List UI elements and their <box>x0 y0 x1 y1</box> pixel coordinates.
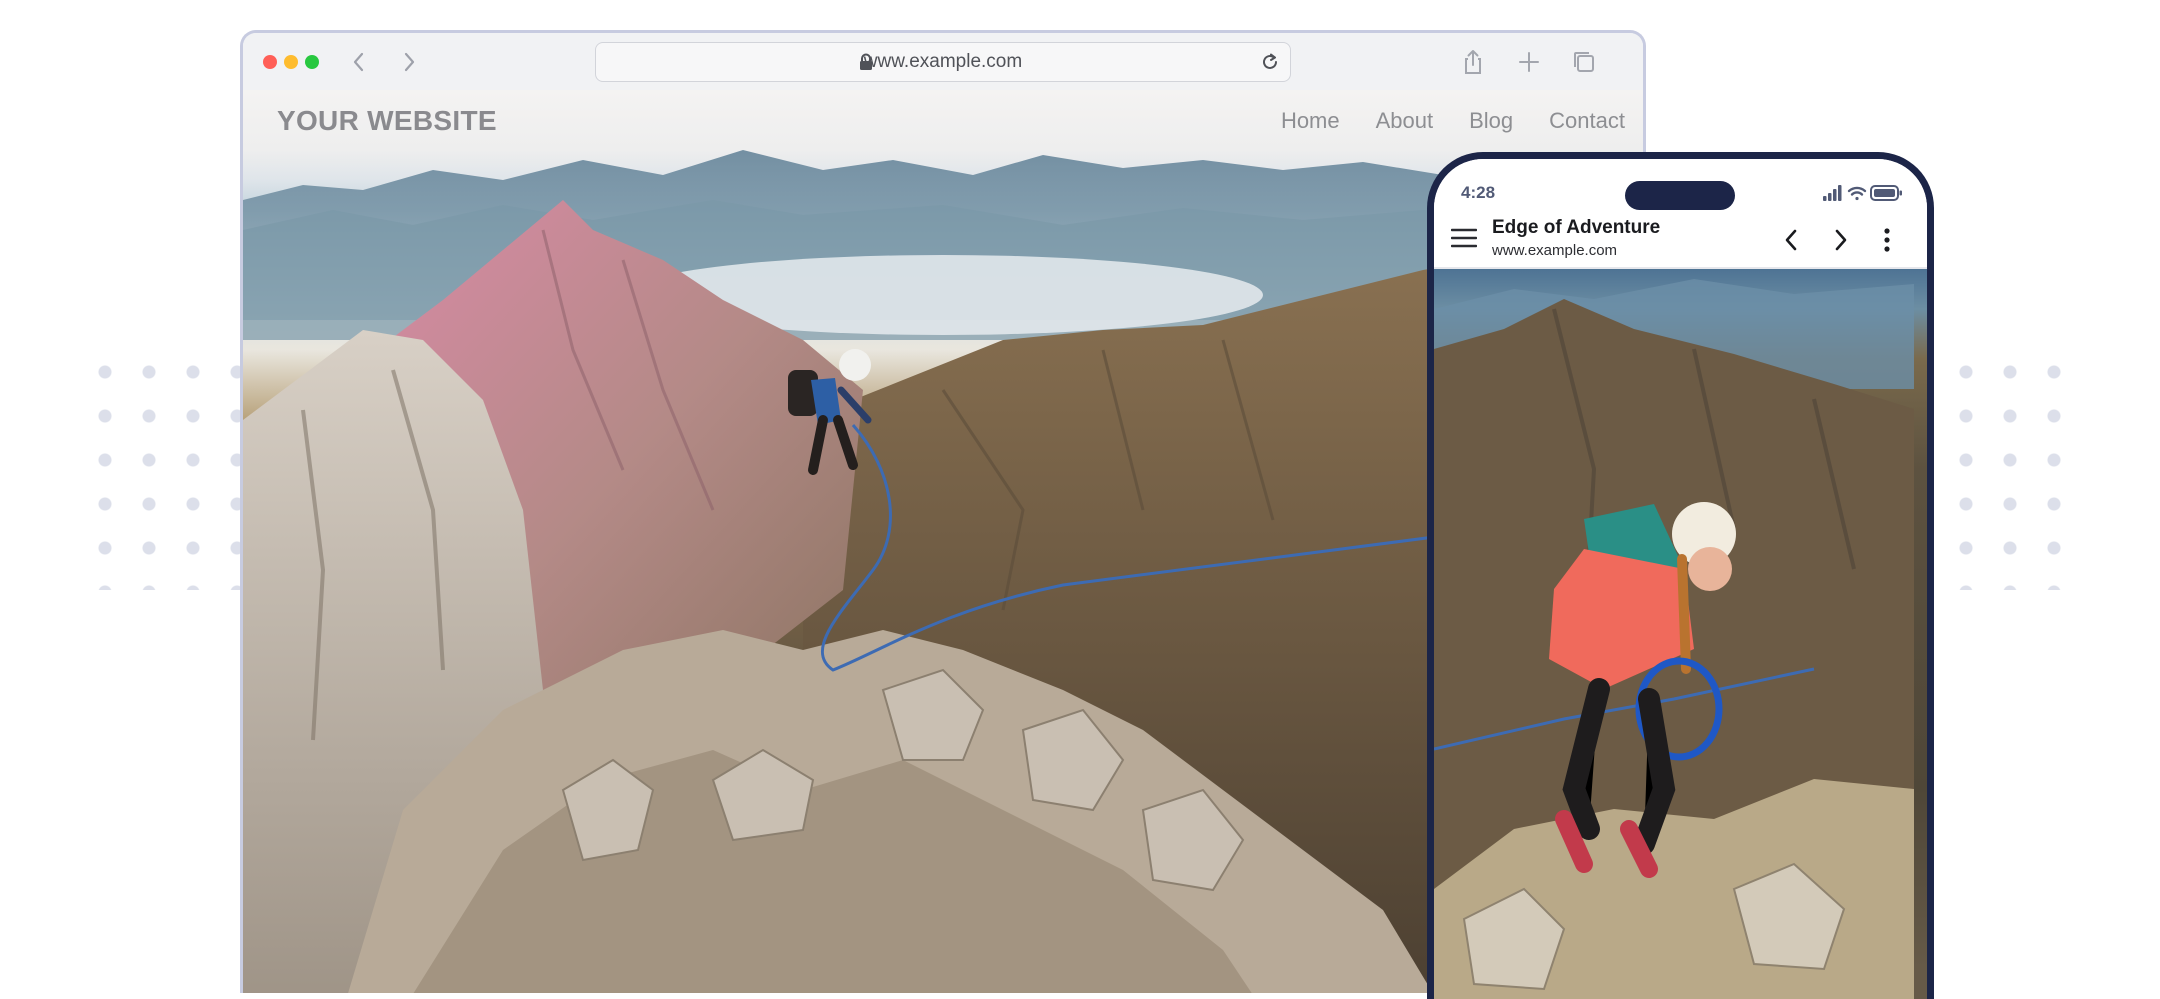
nav-link-home[interactable]: Home <box>1281 108 1340 134</box>
browser-toolbar: www.example.com <box>243 33 1643 91</box>
signal-icon <box>1823 185 1842 201</box>
address-bar[interactable]: www.example.com <box>595 42 1291 82</box>
battery-icon <box>1870 185 1902 201</box>
decorative-dot-grid-left <box>83 350 258 590</box>
plus-icon[interactable] <box>1514 47 1544 77</box>
nav-link-contact[interactable]: Contact <box>1549 108 1625 134</box>
status-time: 4:28 <box>1461 183 1496 202</box>
address-bar-url: www.example.com <box>863 51 1023 72</box>
zoom-window-button[interactable] <box>305 55 319 69</box>
mobile-hero-photo <box>1434 279 1914 999</box>
minimize-window-button[interactable] <box>284 55 298 69</box>
dynamic-island <box>1625 181 1735 210</box>
nav-link-about[interactable]: About <box>1376 108 1434 134</box>
mobile-page-url[interactable]: www.example.com <box>1492 242 1617 259</box>
chevron-left-icon[interactable] <box>1779 227 1805 253</box>
share-icon[interactable] <box>1458 47 1488 77</box>
close-window-button[interactable] <box>263 55 277 69</box>
phone-status-bar: 4:28 <box>1434 159 1927 211</box>
chevron-left-icon[interactable] <box>343 45 375 79</box>
mobile-hero <box>1434 269 1927 999</box>
more-vertical-icon[interactable] <box>1874 227 1900 253</box>
tabs-icon[interactable] <box>1569 47 1599 77</box>
site-logo[interactable]: YOUR WEBSITE <box>277 105 497 137</box>
hamburger-menu-icon[interactable] <box>1451 227 1477 249</box>
chevron-right-icon[interactable] <box>393 45 425 79</box>
mobile-page-title: Edge of Adventure <box>1492 217 1661 238</box>
wifi-icon <box>1847 186 1867 201</box>
mobile-phone-frame: 4:28 Edge of Adventure www.example.com <box>1427 152 1934 999</box>
nav-link-blog[interactable]: Blog <box>1469 108 1513 134</box>
mobile-browser-bar: Edge of Adventure www.example.com <box>1434 211 1927 269</box>
site-navigation: Home About Blog Contact <box>1281 108 1625 134</box>
chevron-right-icon[interactable] <box>1827 227 1853 253</box>
status-icons <box>1823 185 1902 201</box>
reload-icon[interactable] <box>1259 51 1281 73</box>
